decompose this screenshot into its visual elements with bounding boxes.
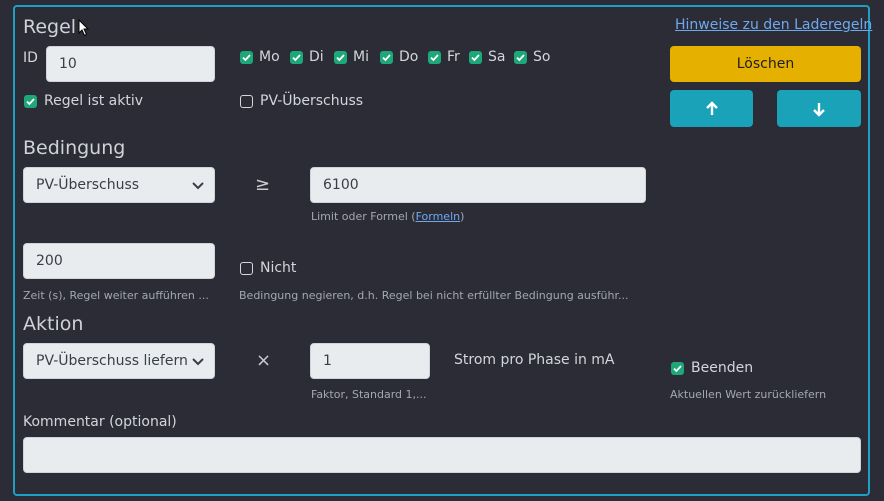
- checkbox-checked-icon: [469, 50, 482, 64]
- rule-active-label: Regel ist aktiv: [44, 93, 144, 109]
- factor-hint: Faktor, Standard 1,...: [311, 388, 427, 401]
- limit-hint-end: ): [460, 210, 465, 223]
- day-sa[interactable]: Sa: [469, 49, 505, 65]
- id-label: ID: [23, 50, 38, 66]
- move-down-button[interactable]: [777, 90, 861, 127]
- finish-checkbox[interactable]: Beenden: [671, 360, 753, 376]
- checkbox-checked-icon: [428, 50, 441, 64]
- checkbox-unchecked-icon: [240, 261, 253, 275]
- action-select[interactable]: PV-Überschuss liefern: [23, 343, 215, 379]
- time-input[interactable]: 200: [23, 243, 215, 279]
- limit-hint-text: Limit oder Formel (: [311, 210, 416, 223]
- action-heading: Aktion: [23, 313, 84, 335]
- mouse-cursor-icon: [78, 19, 89, 37]
- day-so[interactable]: So: [514, 49, 550, 65]
- negate-label: Nicht: [260, 260, 297, 276]
- day-fr[interactable]: Fr: [428, 49, 460, 65]
- operator-gte: ≥: [255, 174, 271, 195]
- formulas-link[interactable]: Formeln: [416, 210, 461, 223]
- rule-active-checkbox[interactable]: Regel ist aktiv: [24, 93, 143, 109]
- day-mo[interactable]: Mo: [240, 49, 280, 65]
- id-input[interactable]: 10: [46, 46, 215, 82]
- pv-surplus-label: PV-Überschuss: [260, 93, 364, 109]
- day-di[interactable]: Di: [290, 49, 324, 65]
- day-do[interactable]: Do: [380, 49, 418, 65]
- operator-times: ×: [256, 350, 272, 371]
- checkbox-checked-icon: [671, 361, 684, 375]
- factor-input[interactable]: 1: [310, 343, 430, 379]
- limit-hint: Limit oder Formel (Formeln): [311, 210, 464, 223]
- condition-select-value: PV-Überschuss: [36, 177, 140, 193]
- day-mi[interactable]: Mi: [334, 49, 369, 65]
- day-label: Di: [309, 49, 324, 65]
- move-up-button[interactable]: [670, 90, 753, 127]
- checkbox-checked-icon: [380, 50, 393, 64]
- day-label: Mo: [259, 49, 280, 65]
- delete-button[interactable]: Löschen: [670, 46, 861, 82]
- rule-heading: Regel: [23, 16, 77, 38]
- help-link[interactable]: Hinweise zu den Laderegeln: [675, 17, 872, 33]
- day-label: Mi: [353, 49, 369, 65]
- time-hint: Zeit (s), Regel weiter aufführen ...: [23, 289, 209, 302]
- condition-select[interactable]: PV-Überschuss: [23, 167, 215, 203]
- checkbox-checked-icon: [240, 50, 253, 64]
- condition-heading: Bedingung: [23, 137, 126, 159]
- chevron-down-icon: [192, 358, 204, 366]
- checkbox-checked-icon: [334, 50, 347, 64]
- action-select-value: PV-Überschuss liefern: [36, 353, 188, 369]
- pv-surplus-checkbox[interactable]: PV-Überschuss: [240, 93, 363, 109]
- finish-hint: Aktuellen Wert zurückliefern: [670, 388, 827, 401]
- comment-label: Kommentar (optional): [23, 414, 177, 430]
- negate-checkbox[interactable]: Nicht: [240, 260, 296, 276]
- day-label: Sa: [488, 49, 506, 65]
- checkbox-checked-icon: [24, 94, 37, 108]
- checkbox-unchecked-icon: [240, 94, 253, 108]
- arrow-down-icon: [813, 102, 825, 117]
- day-label: Do: [399, 49, 419, 65]
- unit-label: Strom pro Phase in mA: [454, 352, 615, 368]
- finish-label: Beenden: [691, 360, 754, 376]
- limit-input[interactable]: 6100: [310, 167, 646, 203]
- checkbox-checked-icon: [514, 50, 527, 64]
- comment-input[interactable]: [23, 437, 861, 473]
- day-label: Fr: [447, 49, 460, 65]
- checkbox-checked-icon: [290, 50, 303, 64]
- chevron-down-icon: [192, 182, 204, 190]
- arrow-up-icon: [705, 100, 718, 115]
- negate-hint: Bedingung negieren, d.h. Regel bei nicht…: [239, 289, 629, 302]
- day-label: So: [533, 49, 551, 65]
